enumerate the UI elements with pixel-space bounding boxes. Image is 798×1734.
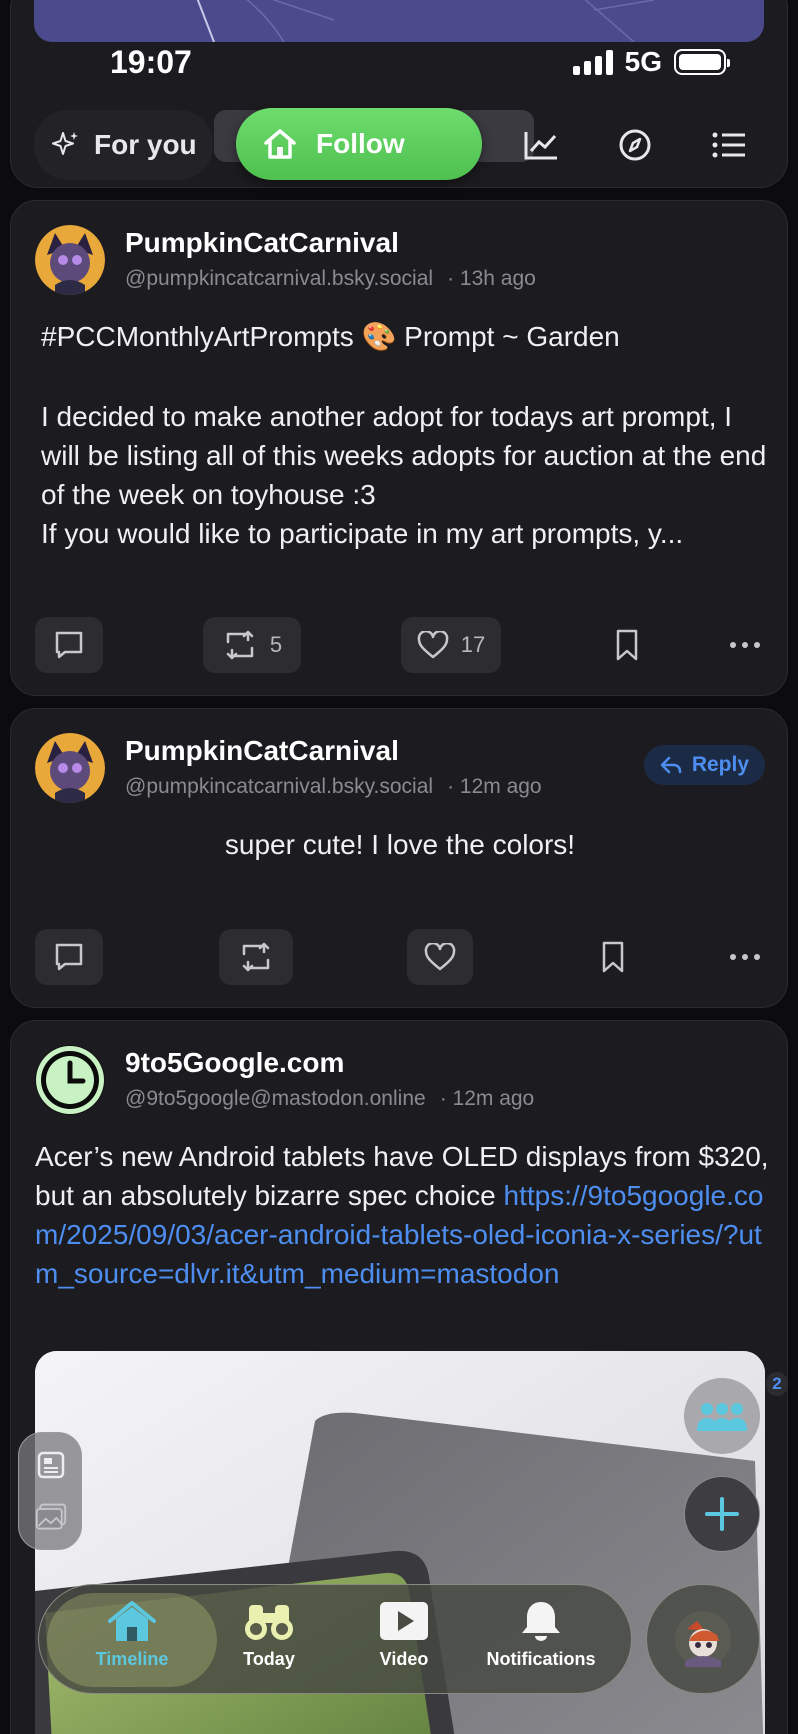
avatar[interactable] bbox=[35, 225, 105, 295]
ellipsis-icon bbox=[730, 642, 760, 648]
draft-icon[interactable] bbox=[35, 1449, 67, 1481]
repost-count: 5 bbox=[269, 632, 283, 657]
compass-icon[interactable] bbox=[614, 124, 656, 166]
people-icon bbox=[697, 1403, 747, 1431]
post-actions bbox=[35, 929, 765, 985]
post-time: · 12m ago bbox=[439, 1087, 535, 1110]
trending-icon[interactable] bbox=[520, 124, 562, 166]
post-text-line: #PCCMonthlyArtPrompts 🎨 Prompt ~ Garden bbox=[41, 321, 620, 352]
like-button[interactable]: 17 bbox=[401, 617, 501, 673]
post-text: super cute! I love the colors! bbox=[224, 829, 576, 860]
more-button[interactable] bbox=[725, 617, 765, 673]
house-icon bbox=[108, 1601, 156, 1641]
tab-notifications[interactable]: Notifications bbox=[471, 1599, 611, 1685]
repost-icon bbox=[242, 942, 270, 972]
post-card[interactable]: PumpkinCatCarnival @pumpkincatcarnival.b… bbox=[10, 200, 788, 696]
battery-icon bbox=[674, 49, 730, 75]
binoculars-icon bbox=[245, 1605, 293, 1640]
post-author[interactable]: PumpkinCatCarnival bbox=[125, 735, 399, 767]
avatar bbox=[675, 1611, 731, 1667]
ellipsis-icon bbox=[730, 954, 760, 960]
status-bar: 19:07 5G bbox=[0, 38, 798, 82]
avatar[interactable] bbox=[35, 1045, 105, 1115]
reply-label: Reply bbox=[691, 753, 749, 776]
bookmark-button[interactable] bbox=[585, 929, 641, 985]
feed-tabs: For you Follow bbox=[34, 108, 774, 180]
more-button[interactable] bbox=[725, 929, 765, 985]
repost-button[interactable] bbox=[219, 929, 293, 985]
tab-timeline[interactable]: Timeline bbox=[62, 1599, 202, 1685]
repost-button[interactable]: 5 bbox=[203, 617, 301, 673]
like-count: 17 bbox=[460, 632, 486, 657]
follow-button[interactable]: Follow bbox=[236, 108, 482, 180]
post-handle: @pumpkincatcarnival.bsky.social · 13h ago bbox=[125, 267, 536, 291]
post-author[interactable]: 9to5Google.com bbox=[125, 1047, 344, 1079]
handle-text: @pumpkincatcarnival.bsky.social bbox=[125, 775, 434, 798]
house-icon bbox=[264, 129, 296, 159]
group-badge: 2 bbox=[766, 1372, 788, 1396]
like-button[interactable] bbox=[407, 929, 473, 985]
profile-banner-image bbox=[34, 0, 764, 42]
tab-label: Notifications bbox=[486, 1649, 596, 1669]
post-text-truncated: If you would like to participate in my a… bbox=[41, 518, 684, 549]
post-text-body: I decided to make another adopt for toda… bbox=[41, 401, 767, 510]
post-time: · 13h ago bbox=[447, 267, 536, 290]
status-time: 19:07 bbox=[110, 44, 192, 80]
play-icon bbox=[380, 1602, 428, 1640]
gallery-icon[interactable] bbox=[35, 1501, 67, 1533]
reply-indicator[interactable]: Reply bbox=[643, 745, 765, 785]
compose-button[interactable] bbox=[684, 1476, 760, 1552]
tab-bar: Timeline Today Video Notifications bbox=[38, 1584, 632, 1694]
post-handle: @9to5google@mastodon.online · 12m ago bbox=[125, 1087, 534, 1111]
reply-button[interactable] bbox=[35, 617, 103, 673]
follow-label: Follow bbox=[316, 128, 405, 159]
tab-label: Video bbox=[379, 1649, 429, 1669]
post-time: · 12m ago bbox=[447, 775, 542, 798]
bookmark-icon bbox=[602, 941, 624, 973]
comment-icon bbox=[55, 943, 83, 971]
bell-icon bbox=[522, 1602, 560, 1641]
bookmark-icon bbox=[616, 629, 638, 661]
post-text: Acer’s new Android tablets have OLED dis… bbox=[35, 1137, 775, 1293]
tab-video[interactable]: Video bbox=[334, 1599, 474, 1685]
handle-text: @pumpkincatcarnival.bsky.social bbox=[125, 267, 434, 290]
post-actions: 5 17 bbox=[35, 617, 765, 673]
comment-icon bbox=[55, 631, 83, 659]
post-author[interactable]: PumpkinCatCarnival bbox=[125, 227, 399, 259]
sparkle-icon bbox=[52, 132, 78, 155]
post-handle: @pumpkincatcarnival.bsky.social · 12m ago bbox=[125, 775, 542, 799]
status-indicators: 5G bbox=[572, 46, 730, 78]
handle-text: @9to5google@mastodon.online bbox=[125, 1087, 426, 1110]
profile-button[interactable] bbox=[646, 1584, 760, 1694]
tab-for-you-label: For you bbox=[94, 129, 197, 160]
plus-icon bbox=[705, 1497, 739, 1531]
network-label: 5G bbox=[624, 46, 662, 77]
heart-icon bbox=[424, 943, 456, 971]
heart-icon bbox=[417, 631, 449, 659]
tab-for-you[interactable]: For you bbox=[34, 110, 213, 180]
list-icon[interactable] bbox=[708, 124, 750, 166]
group-button[interactable] bbox=[684, 1378, 760, 1454]
tab-label: Today bbox=[243, 1649, 295, 1669]
tab-label: Timeline bbox=[95, 1649, 169, 1669]
reply-button[interactable] bbox=[35, 929, 103, 985]
reply-arrow-icon bbox=[660, 756, 682, 774]
bookmark-button[interactable] bbox=[599, 617, 655, 673]
repost-icon bbox=[226, 630, 254, 660]
avatar[interactable] bbox=[35, 733, 105, 803]
post-card[interactable]: PumpkinCatCarnival @pumpkincatcarnival.b… bbox=[10, 708, 788, 1008]
signal-icon bbox=[572, 49, 613, 75]
tab-today[interactable]: Today bbox=[199, 1599, 339, 1685]
composer-shortcuts bbox=[18, 1432, 82, 1550]
